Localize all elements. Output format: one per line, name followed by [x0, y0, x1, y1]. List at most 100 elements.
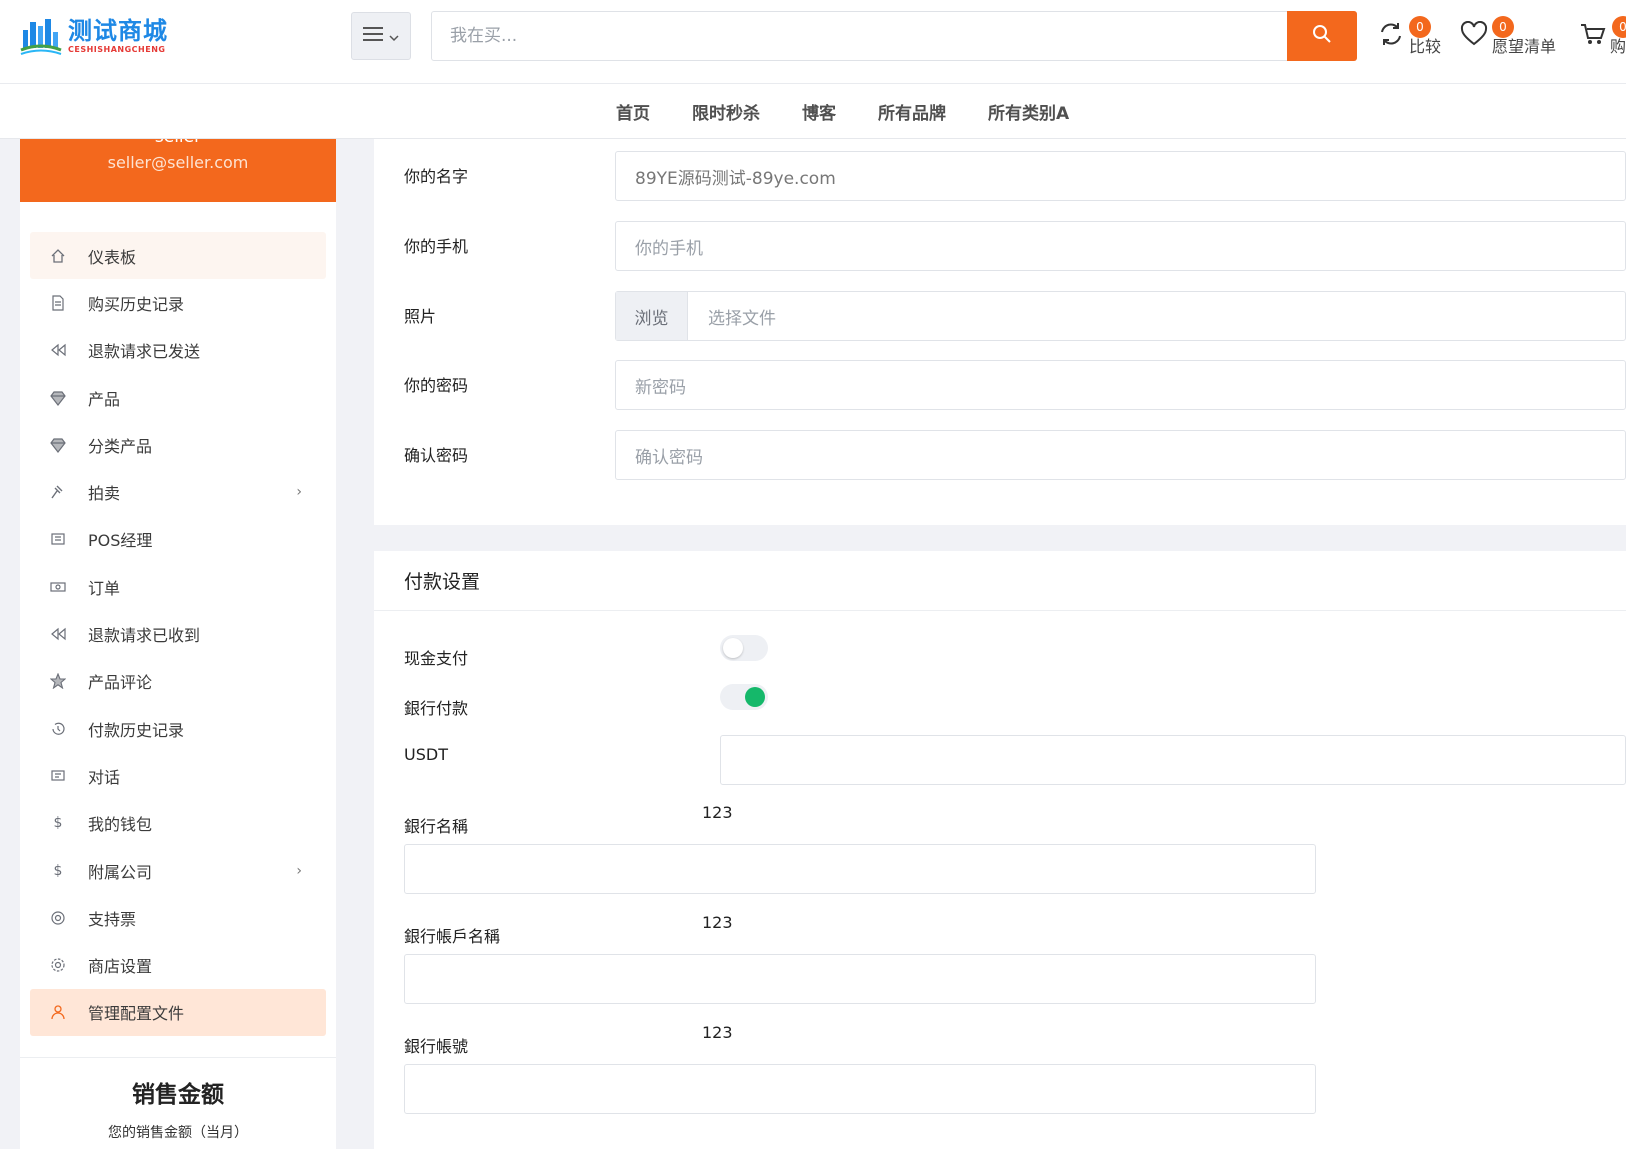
user-icon	[50, 1004, 66, 1020]
sidebar-item-support-ticket[interactable]: 支持票	[30, 894, 326, 941]
sidebar-item-products[interactable]: 产品	[30, 374, 326, 421]
sidebar-item-product-reviews[interactable]: 产品评论	[30, 658, 326, 705]
sidebar-item-label: 对话	[88, 767, 121, 787]
logo-text-cn: 测试商城	[68, 16, 168, 45]
sidebar-item-label: 产品	[88, 389, 121, 409]
nav-categories[interactable]: 所有类别A	[988, 99, 1069, 124]
search-input[interactable]	[432, 12, 1288, 60]
sidebar-item-dashboard[interactable]: 仪表板	[30, 232, 326, 280]
pos-icon	[50, 531, 66, 547]
compare-link[interactable]: 0 比较	[1377, 14, 1441, 58]
sidebar-item-shop-settings[interactable]: 商店设置	[30, 941, 326, 988]
star-icon	[50, 673, 66, 690]
profile-email: seller@seller.com	[107, 153, 249, 172]
profile-name: seller	[20, 139, 336, 147]
bank-name-label: 銀行名稱	[404, 817, 469, 836]
chevron-right-icon: ›	[296, 484, 302, 501]
logo-icon	[20, 16, 62, 56]
wishlist-count-badge: 0	[1492, 16, 1514, 38]
bank-account-name-value: 123	[702, 913, 733, 932]
sidebar-item-label: 产品评论	[88, 673, 153, 693]
nav-brands[interactable]: 所有品牌	[878, 99, 946, 124]
sidebar-item-label: 管理配置文件	[88, 1004, 185, 1024]
name-input[interactable]: 89YE源码测试-89ye.com	[615, 151, 1626, 201]
sidebar-item-orders[interactable]: 订单	[30, 563, 326, 610]
bank-name-input[interactable]	[404, 844, 1316, 894]
sidebar-item-refund-sent[interactable]: 退款请求已发送	[30, 327, 326, 374]
usdt-input[interactable]	[720, 735, 1626, 785]
bank-account-number-value: 123	[702, 1023, 733, 1042]
nav-flash-sale[interactable]: 限时秒杀	[692, 99, 760, 124]
chevron-down-icon	[389, 27, 399, 46]
sidebar-item-label: 附属公司	[88, 862, 153, 882]
hamburger-icon	[363, 26, 383, 46]
phone-input[interactable]: 你的手机	[615, 221, 1626, 271]
bank-account-name-input[interactable]	[404, 954, 1316, 1004]
gavel-icon	[50, 484, 66, 500]
sidebar-item-conversations[interactable]: 对话	[30, 752, 326, 799]
top-header: 测试商城 CESHISHANGCHENG 0 比较 0 愿望清单	[0, 0, 1626, 84]
category-menu-button[interactable]	[351, 12, 411, 60]
dashboard-sidebar: seller seller@seller.com 仪表板 购买历史记录 退款请求…	[20, 139, 336, 1149]
bank-name-value: 123	[702, 803, 733, 822]
heart-icon	[1460, 20, 1488, 51]
sidebar-item-auction[interactable]: 拍卖 ›	[30, 468, 326, 515]
rewind-icon	[50, 342, 66, 358]
wishlist-link[interactable]: 0 愿望清单	[1460, 14, 1556, 58]
sidebar-item-label: 退款请求已收到	[88, 626, 201, 646]
sidebar-item-label: 退款请求已发送	[88, 342, 201, 362]
sidebar-item-label: POS经理	[88, 531, 153, 551]
diamond-icon	[50, 390, 66, 406]
history-icon	[50, 721, 66, 737]
chevron-right-icon: ›	[296, 862, 302, 879]
divider	[20, 1057, 336, 1058]
compare-count-badge: 0	[1409, 16, 1431, 38]
confirm-password-input[interactable]: 确认密码	[615, 430, 1626, 480]
search-bar	[431, 11, 1357, 61]
sidebar-item-pos[interactable]: POS经理	[30, 516, 326, 563]
search-icon	[1312, 24, 1332, 48]
bank-account-number-input[interactable]	[404, 1064, 1316, 1114]
sidebar-item-payment-history[interactable]: 付款历史记录	[30, 705, 326, 752]
sidebar-item-refund-received[interactable]: 退款请求已收到	[30, 610, 326, 657]
password-input[interactable]: 新密码	[615, 360, 1626, 410]
choose-file-text: 选择文件	[708, 308, 776, 329]
sales-amount-subtitle: 您的销售金额（当月）	[108, 1125, 248, 1141]
sidebar-menu: 仪表板 购买历史记录 退款请求已发送 产品 分类产品 拍卖 › POS经理 订单…	[30, 232, 326, 1037]
chat-icon	[50, 768, 66, 784]
bank-payment-toggle[interactable]	[720, 684, 768, 710]
browse-button[interactable]: 浏览	[616, 292, 688, 340]
profile-form-card: 你的名字 89YE源码测试-89ye.com 你的手机 你的手机 照片 浏览 选…	[374, 139, 1626, 525]
bank-account-name-label: 銀行帳戶名稱	[404, 927, 501, 946]
sidebar-item-category-products[interactable]: 分类产品	[30, 421, 326, 468]
sidebar-item-wallet[interactable]: $ 我的钱包	[30, 800, 326, 847]
diamond-icon	[50, 437, 66, 453]
nav-home[interactable]: 首页	[616, 99, 650, 124]
dollar-icon: $	[53, 815, 63, 832]
gear-icon	[50, 957, 66, 973]
site-logo[interactable]: 测试商城 CESHISHANGCHENG	[20, 14, 180, 58]
home-icon	[50, 248, 66, 264]
sidebar-item-affiliate[interactable]: $ 附属公司 ›	[30, 847, 326, 894]
nav-blog[interactable]: 博客	[802, 99, 836, 124]
sidebar-item-label: 购买历史记录	[88, 294, 185, 314]
cart-link[interactable]: 0 购	[1580, 14, 1626, 58]
phone-label: 你的手机	[404, 237, 469, 256]
cash-payment-toggle[interactable]	[720, 635, 768, 661]
sidebar-item-label: 拍卖	[88, 484, 121, 504]
bank-account-number-label: 銀行帳號	[404, 1037, 469, 1056]
cash-payment-label: 现金支付	[404, 649, 469, 668]
search-button[interactable]	[1287, 11, 1357, 61]
password-label: 你的密码	[404, 376, 469, 395]
payment-settings-title: 付款设置	[374, 551, 1626, 611]
photo-file-input[interactable]: 浏览 选择文件	[615, 291, 1626, 341]
bank-payment-label: 銀行付款	[404, 699, 469, 718]
sidebar-item-label: 我的钱包	[88, 815, 153, 835]
usdt-label: USDT	[404, 745, 448, 764]
sidebar-item-manage-profile[interactable]: 管理配置文件	[30, 988, 326, 1037]
profile-header: seller seller@seller.com	[20, 139, 336, 202]
sidebar-item-label: 仪表板	[88, 247, 137, 267]
sidebar-item-purchase-history[interactable]: 购买历史记录	[30, 279, 326, 326]
sales-amount-title: 销售金额	[132, 1082, 224, 1108]
cart-icon	[1580, 21, 1606, 51]
